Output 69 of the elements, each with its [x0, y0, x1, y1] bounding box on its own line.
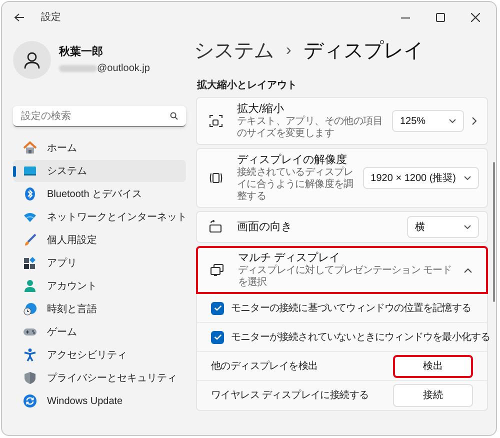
breadcrumb-separator: ›: [286, 41, 292, 61]
monitors-icon: [210, 263, 224, 277]
nav-item[interactable]: 個人用設定: [13, 229, 186, 251]
nav-item[interactable]: 時刻と言語: [13, 298, 186, 320]
dropdown[interactable]: 125%: [392, 110, 464, 132]
setting-title: 画面の向き: [237, 220, 293, 234]
check-icon: [214, 334, 222, 340]
setting-title: 拡大/縮小: [237, 102, 286, 116]
check-icon: [214, 305, 222, 311]
checkbox[interactable]: [211, 330, 224, 344]
bluetooth-icon: [23, 187, 37, 201]
scale-icon: [209, 114, 223, 128]
nav-item[interactable]: Windows Update: [13, 390, 186, 412]
setting-title: ディスプレイの解像度: [237, 153, 348, 166]
dropdown[interactable]: 1920 × 1200 (推奨): [362, 167, 479, 189]
detect-button[interactable]: 検出: [393, 354, 473, 378]
caret-icon: [449, 119, 456, 123]
user-name: 秋葉一郎: [59, 44, 104, 60]
nav-item[interactable]: プライバシーとセキュリティ: [13, 367, 186, 389]
selection-indicator: [13, 166, 16, 177]
nav-item[interactable]: システム: [13, 160, 186, 182]
setting-description: テキスト、アプリ、その他の項目のサイズを変更します: [237, 116, 384, 140]
search-field[interactable]: 設定の検索: [13, 106, 186, 127]
setting-label: 他のディスプレイを検出: [211, 360, 319, 374]
avatar[interactable]: [13, 41, 51, 79]
sync-icon: [23, 394, 37, 408]
scrollbar[interactable]: [493, 162, 495, 302]
chevron-right-icon[interactable]: [472, 117, 477, 125]
blurred-text: [59, 64, 97, 72]
checkbox[interactable]: [211, 302, 224, 314]
nav-item[interactable]: ホーム: [13, 137, 186, 159]
caret-icon: [464, 176, 471, 180]
shield-icon: [23, 371, 37, 385]
nav-item[interactable]: ゲーム: [13, 321, 186, 343]
rotate-screen-icon: [209, 220, 223, 234]
brush-icon: [23, 233, 37, 247]
caret-icon: [464, 225, 471, 229]
setting-description: 接続されているディスプレイに合うように解像度を調整する: [237, 167, 354, 203]
nav-item[interactable]: アクセシビリティ: [13, 344, 186, 366]
breadcrumb-link[interactable]: システム: [194, 36, 274, 66]
resolution-icon: [209, 171, 223, 185]
apps-icon: [23, 256, 37, 270]
expander-header[interactable]: マルチ ディスプレイ ディスプレイに対してプレゼンテーション モードを選択: [196, 246, 488, 294]
window-title: 設定: [41, 10, 61, 24]
page-title: ディスプレイ: [303, 39, 424, 64]
person-icon: [23, 279, 37, 293]
nav-item[interactable]: アカウント: [13, 275, 186, 297]
globe-clock-icon: [23, 302, 37, 316]
search-icon: [170, 112, 178, 120]
checkbox-label: モニターが接続されていないときにウィンドウを最小化する: [231, 330, 490, 344]
user-email: @outlook.jp: [97, 62, 150, 76]
setting-label: ワイヤレス ディスプレイに接続する: [211, 388, 370, 403]
section-title: 拡大縮小とレイアウト: [197, 78, 298, 93]
setting-title: マルチ ディスプレイ: [238, 251, 342, 264]
monitor-icon: [23, 164, 37, 178]
maximize-icon[interactable]: [436, 12, 445, 22]
house-icon: [23, 141, 37, 155]
back-icon[interactable]: [14, 12, 25, 22]
accessibility-icon: [23, 348, 37, 362]
nav-item[interactable]: アプリ: [13, 252, 186, 274]
close-icon[interactable]: [471, 12, 480, 22]
connect-button[interactable]: 接続: [393, 384, 473, 407]
checkbox-label: モニターの接続に基づいてウィンドウの位置を記憶する: [231, 302, 472, 316]
dropdown[interactable]: 横: [407, 216, 479, 238]
nav-item[interactable]: Bluetooth とデバイス: [13, 183, 186, 205]
nav-item[interactable]: ネットワークとインターネット: [13, 206, 186, 228]
person-icon: [24, 52, 40, 68]
setting-description: ディスプレイに対してプレゼンテーション モードを選択: [238, 265, 453, 289]
wifi-icon: [23, 210, 37, 224]
